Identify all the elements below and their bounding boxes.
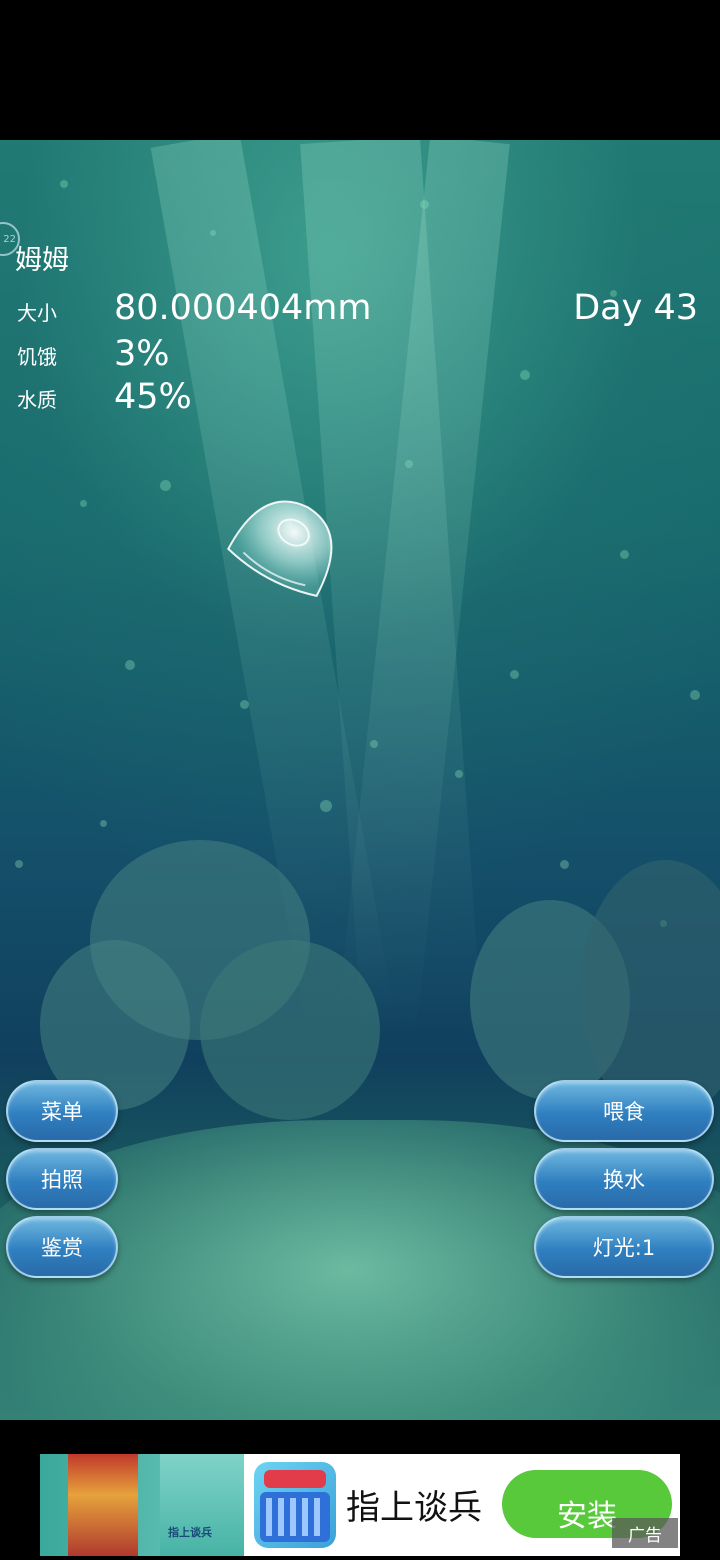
ad-tag: 广告 [612, 1518, 678, 1548]
feed-button[interactable]: 喂食 [534, 1080, 714, 1142]
bubble [15, 860, 23, 868]
ad-image-army [160, 1454, 244, 1556]
day-counter: Day 43 [573, 288, 698, 328]
water-quality-label: 水质 [17, 388, 57, 412]
hunger-label: 饥饿 [17, 345, 57, 369]
hunger-value: 3% [114, 334, 170, 374]
light-button[interactable]: 灯光:1 [534, 1216, 714, 1278]
bubble [420, 200, 429, 209]
status-bar [0, 0, 720, 140]
size-label: 大小 [17, 301, 57, 325]
bubble [240, 700, 249, 709]
bubble [520, 370, 530, 380]
bubble [160, 480, 171, 491]
bubble [320, 800, 332, 812]
bubble [510, 670, 519, 679]
ad-banner[interactable]: 指上谈兵 指上谈兵 安装 广告 [40, 1454, 680, 1556]
bubble [370, 740, 378, 748]
bubble [80, 500, 87, 507]
bubble [210, 230, 216, 236]
coral [200, 940, 380, 1120]
change-water-button[interactable]: 换水 [534, 1148, 714, 1210]
bubble [690, 690, 700, 700]
bubble [620, 550, 629, 559]
menu-button[interactable]: 菜单 [6, 1080, 118, 1142]
bubble [125, 660, 135, 670]
size-value: 80.000404mm [114, 288, 372, 328]
appreciate-button[interactable]: 鉴赏 [6, 1216, 118, 1278]
water-quality-value: 45% [114, 377, 192, 417]
ad-image[interactable]: 指上谈兵 [40, 1454, 244, 1556]
ad-title: 指上谈兵 [346, 1488, 482, 1528]
bubble [560, 860, 569, 869]
bubble [455, 770, 463, 778]
ad-image-castle [68, 1454, 138, 1556]
ad-app-icon[interactable] [254, 1462, 336, 1548]
pet-name: 姆姆 [15, 245, 69, 276]
bubble [405, 460, 413, 468]
bubble [100, 820, 107, 827]
army-icon [260, 1470, 330, 1542]
ad-image-caption: 指上谈兵 [168, 1526, 212, 1539]
bubble [60, 180, 68, 188]
photo-button[interactable]: 拍照 [6, 1148, 118, 1210]
